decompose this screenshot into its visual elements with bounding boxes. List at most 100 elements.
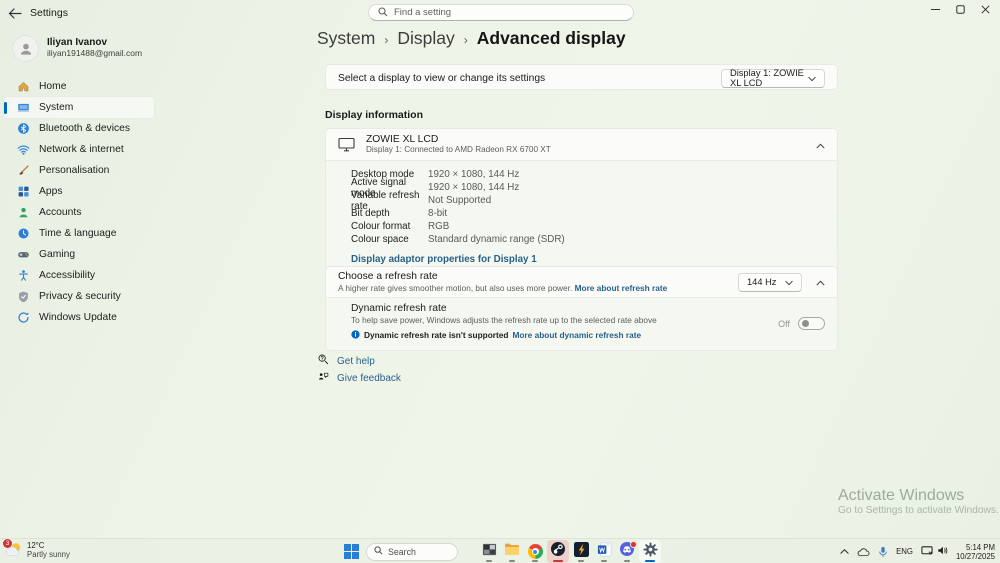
taskbar-game-app[interactable] bbox=[570, 540, 592, 563]
search-placeholder: Find a setting bbox=[394, 7, 452, 18]
network-volume-tray[interactable] bbox=[921, 543, 948, 561]
sidebar-item-accounts[interactable]: Accounts bbox=[4, 202, 154, 223]
taskbar-chrome[interactable] bbox=[524, 540, 546, 563]
maximize-icon[interactable] bbox=[948, 0, 973, 19]
display-connection: Display 1: Connected to AMD Radeon RX 67… bbox=[366, 145, 551, 154]
page-title: Advanced display bbox=[476, 28, 626, 48]
word-icon bbox=[597, 542, 612, 562]
running-indicator bbox=[553, 560, 563, 562]
sidebar-item-apps[interactable]: Apps bbox=[4, 181, 154, 202]
notification-badge: 3 bbox=[3, 539, 12, 548]
dynamic-refresh-description: To help save power, Windows adjusts the … bbox=[351, 315, 657, 325]
display-info-header[interactable]: ZOWIE XL LCD Display 1: Connected to AMD… bbox=[326, 129, 837, 160]
weather-condition: Partly sunny bbox=[27, 550, 70, 559]
taskbar-search[interactable]: Search bbox=[366, 542, 458, 561]
onedrive-cloud-icon[interactable] bbox=[857, 547, 870, 557]
display-select-dropdown[interactable]: Display 1: ZOWIE XL LCD bbox=[721, 68, 825, 88]
start-button[interactable] bbox=[343, 543, 360, 560]
app-title: Settings bbox=[30, 7, 68, 19]
taskbar-settings[interactable] bbox=[639, 540, 661, 563]
help-icon bbox=[318, 352, 329, 370]
breadcrumb-separator: › bbox=[463, 32, 468, 47]
avatar[interactable] bbox=[12, 35, 39, 62]
language-indicator[interactable]: ENG bbox=[896, 547, 913, 556]
system-icon bbox=[17, 101, 30, 114]
sidebar-item-label: System bbox=[39, 102, 74, 113]
monitor-icon bbox=[338, 137, 355, 152]
hidden-icons-chevron[interactable] bbox=[840, 548, 849, 555]
chevron-down-icon bbox=[785, 273, 793, 291]
close-icon[interactable] bbox=[973, 0, 998, 19]
dynamic-refresh-toggle[interactable] bbox=[798, 317, 825, 330]
taskbar-steam[interactable] bbox=[547, 540, 569, 563]
get-help-link[interactable]: Get help bbox=[318, 352, 375, 370]
accessibility-icon bbox=[17, 269, 30, 282]
weather-icon: 3 bbox=[3, 539, 23, 559]
refresh-rate-title: Choose a refresh rate bbox=[338, 271, 438, 282]
running-indicator bbox=[578, 560, 584, 562]
taskbar-word[interactable] bbox=[593, 540, 615, 563]
sidebar-item-accessibility[interactable]: Accessibility bbox=[4, 265, 154, 286]
sidebar-item-privacy-security[interactable]: Privacy & security bbox=[4, 286, 154, 307]
wifi-icon bbox=[17, 143, 30, 156]
toggle-knob bbox=[801, 320, 809, 327]
clock-date: 10/27/2025 bbox=[955, 551, 995, 561]
give-feedback-link[interactable]: Give feedback bbox=[318, 369, 401, 387]
display-info-details: Desktop mode 1920 × 1080, 144 Hz Active s… bbox=[326, 160, 837, 274]
more-about-refresh-rate-link[interactable]: More about refresh rate bbox=[575, 283, 668, 293]
more-about-dynamic-refresh-link[interactable]: More about dynamic refresh rate bbox=[512, 330, 641, 340]
breadcrumb-system[interactable]: System bbox=[317, 28, 375, 49]
dynamic-refresh-title: Dynamic refresh rate bbox=[351, 303, 447, 314]
gamepad-icon bbox=[17, 248, 30, 261]
sidebar-item-gaming[interactable]: Gaming bbox=[4, 244, 154, 265]
info-icon bbox=[351, 326, 360, 344]
shield-icon bbox=[17, 290, 30, 303]
sidebar-item-personalisation[interactable]: Personalisation bbox=[4, 160, 154, 181]
running-indicator bbox=[509, 560, 515, 562]
volume-icon bbox=[937, 543, 948, 561]
display-name: ZOWIE XL LCD bbox=[366, 134, 439, 145]
game-app-icon bbox=[573, 541, 589, 562]
taskbar-discord[interactable] bbox=[616, 540, 638, 563]
taskbar-apps bbox=[478, 540, 661, 563]
search-icon bbox=[374, 546, 383, 557]
sidebar-item-bluetooth-devices[interactable]: Bluetooth & devices bbox=[4, 118, 154, 139]
chevron-up-icon[interactable] bbox=[816, 273, 825, 291]
back-button[interactable] bbox=[8, 7, 22, 19]
taskbar-file-explorer[interactable] bbox=[501, 540, 523, 563]
taskbar-app-window[interactable] bbox=[478, 540, 500, 563]
sidebar-item-label: Windows Update bbox=[39, 312, 117, 323]
sidebar-item-system[interactable]: System bbox=[4, 97, 154, 118]
refresh-rate-dropdown[interactable]: 144 Hz bbox=[738, 272, 802, 292]
refresh-rate-description: A higher rate gives smoother motion, but… bbox=[338, 283, 573, 293]
user-name: Iliyan Ivanov bbox=[47, 37, 108, 48]
minimize-icon[interactable] bbox=[923, 0, 948, 19]
weather-widget[interactable]: 3 12°C Partly sunny bbox=[3, 539, 70, 559]
sidebar-item-time-language[interactable]: Time & language bbox=[4, 223, 154, 244]
chevron-up-icon[interactable] bbox=[816, 136, 825, 154]
display-tray-icon bbox=[921, 543, 933, 561]
info-row: Variable refresh rate Not Supported bbox=[351, 189, 492, 212]
file-explorer-icon bbox=[504, 542, 520, 561]
taskbar-clock[interactable]: 5:14 PM 10/27/2025 bbox=[956, 543, 995, 561]
search-input[interactable]: Find a setting bbox=[368, 4, 634, 21]
sidebar-item-windows-update[interactable]: Windows Update bbox=[4, 307, 154, 328]
sidebar-item-label: Home bbox=[39, 81, 67, 92]
sidebar-item-network-internet[interactable]: Network & internet bbox=[4, 139, 154, 160]
feedback-icon bbox=[318, 369, 329, 387]
clock-icon bbox=[17, 227, 30, 240]
sidebar-item-label: Apps bbox=[39, 186, 63, 197]
refresh-rate-value: 144 Hz bbox=[747, 277, 777, 287]
taskbar-search-placeholder: Search bbox=[388, 546, 416, 557]
microphone-icon[interactable] bbox=[878, 546, 888, 558]
sidebar-item-label: Bluetooth & devices bbox=[39, 123, 131, 134]
display-adapter-properties-link[interactable]: Display adaptor properties for Display 1 bbox=[351, 254, 537, 265]
running-indicator bbox=[532, 560, 538, 562]
select-display-label: Select a display to view or change its s… bbox=[338, 72, 546, 84]
activate-windows-watermark-subtext: Go to Settings to activate Windows. bbox=[838, 505, 999, 516]
breadcrumb-display[interactable]: Display bbox=[397, 28, 454, 49]
sidebar-item-home[interactable]: Home bbox=[4, 76, 154, 97]
running-indicator bbox=[486, 560, 492, 562]
person-icon bbox=[17, 206, 30, 219]
taskbar: 3 12°C Partly sunny Search ENG 5:14 PM 1… bbox=[0, 538, 1000, 563]
